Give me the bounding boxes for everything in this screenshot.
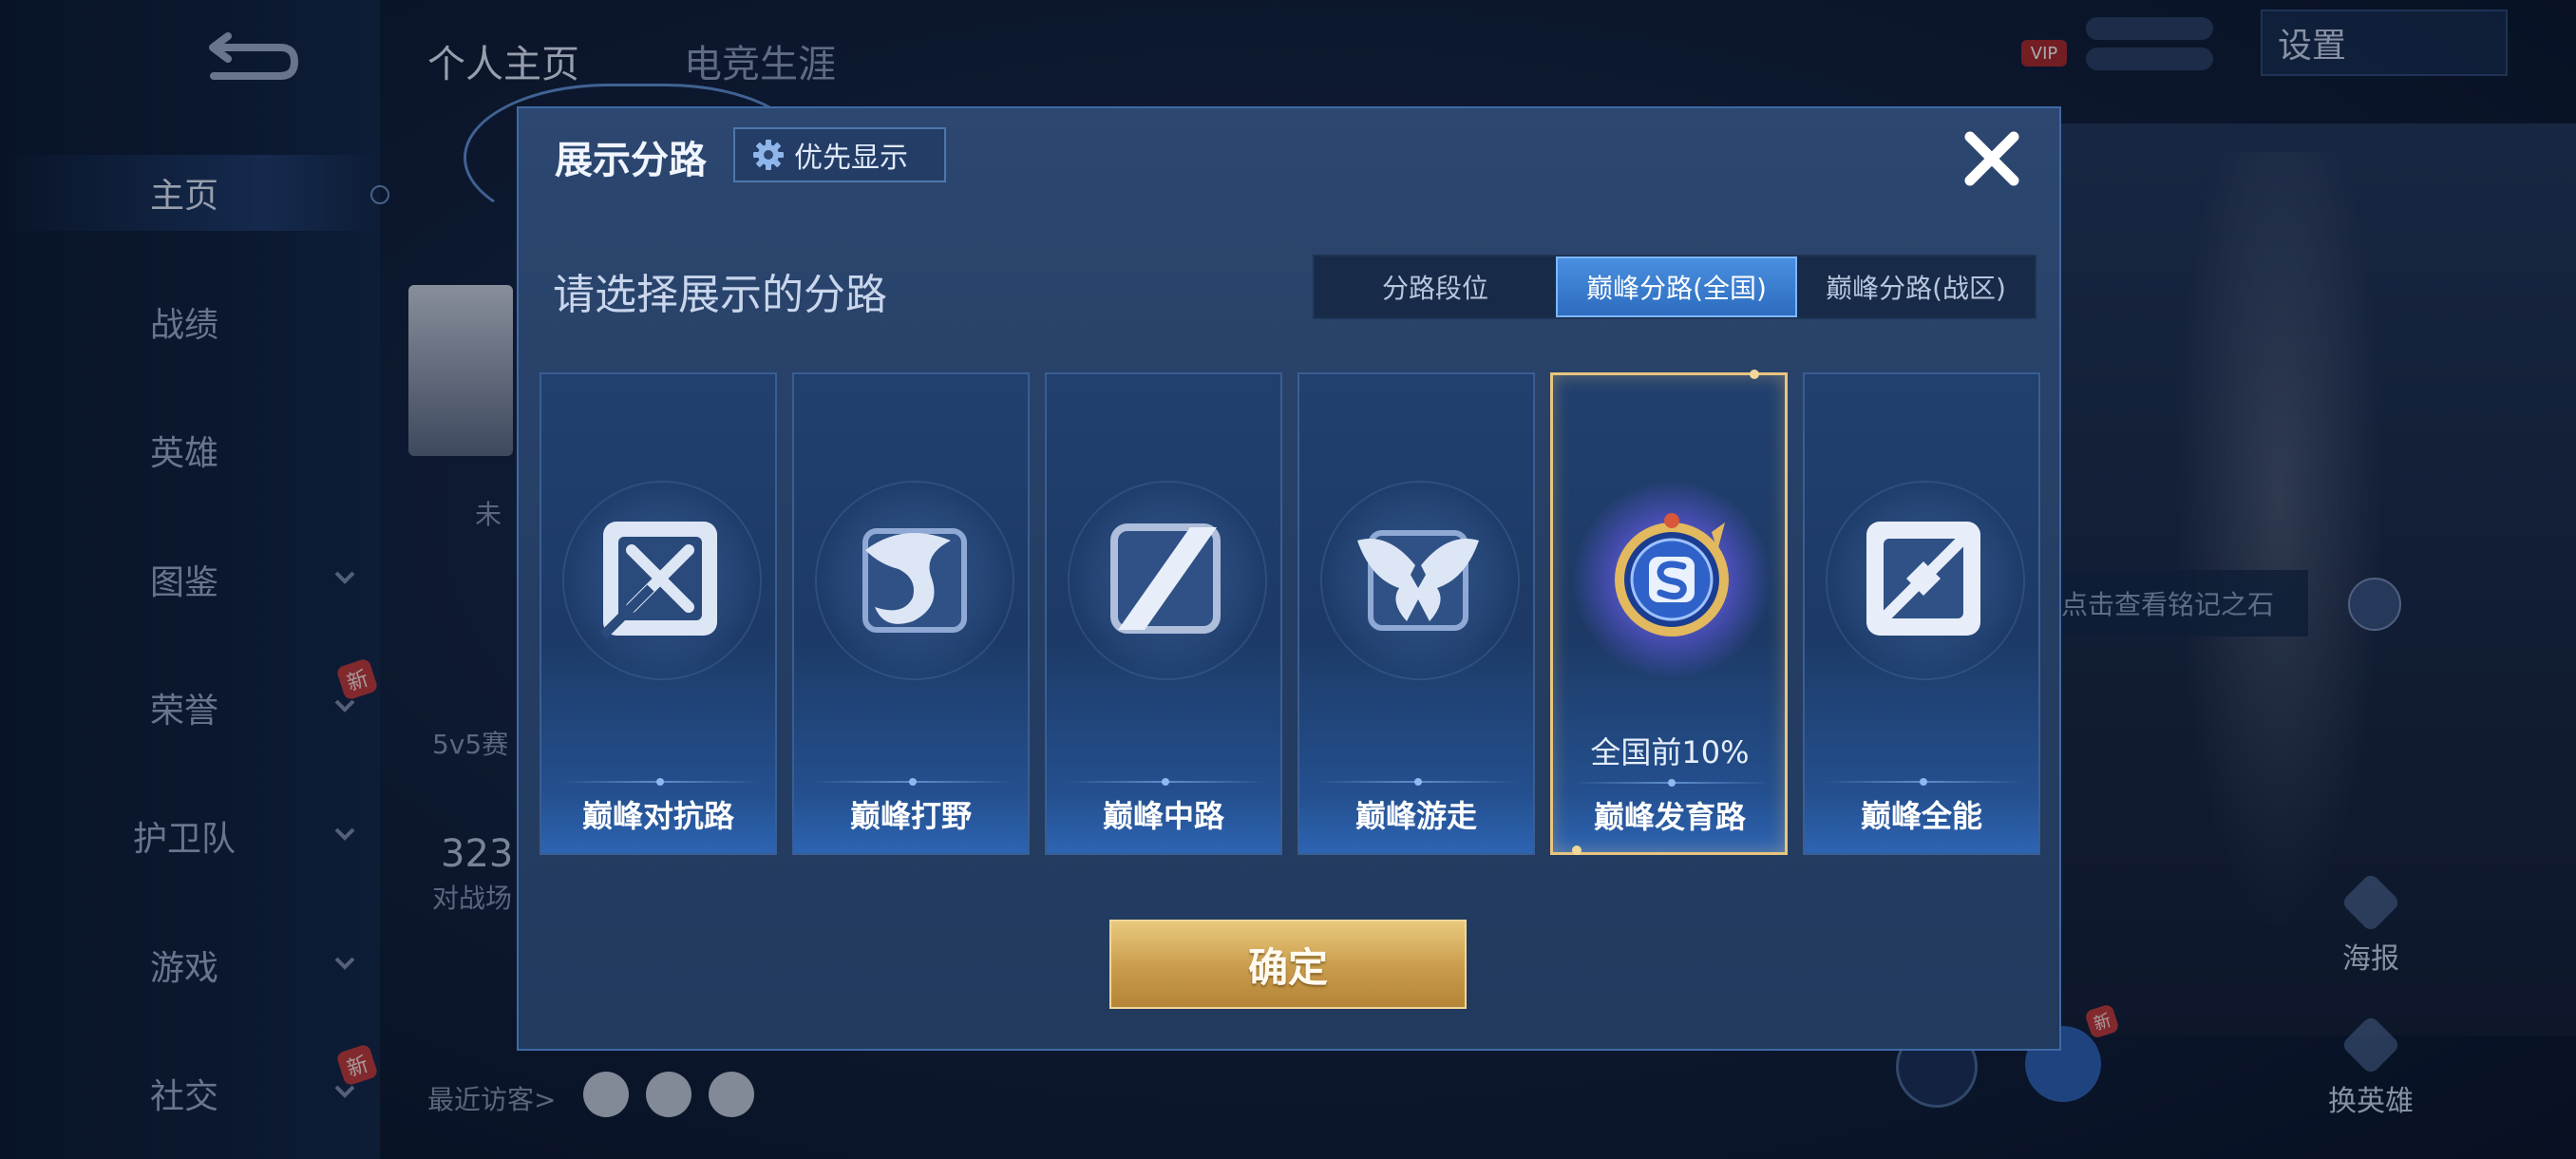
lane-card-name: 巅峰发育路 [1593,799,1746,835]
ranking-scope-tabs: 分路段位 巅峰分路(全国) 巅峰分路(战区) [1313,255,2036,319]
lane-display-dialog: 展示分路 优先显示 请选择展示的分路 分路段位 巅峰分路(全国) 巅峰分路(战区… [517,106,2061,1051]
lane-card-name: 巅峰打野 [849,798,972,834]
dialog-title: 展示分路 [555,139,707,182]
roam-icon [1357,530,1479,631]
lane-card-roam[interactable]: 巅峰游走 [1297,372,1535,855]
confirm-button[interactable]: 确定 [1109,920,1467,1009]
card-separator [1318,778,1518,786]
card-separator [1066,778,1265,786]
jungle-icon [862,528,967,633]
gear-icon [753,140,784,170]
card-separator [1824,778,2023,786]
card-separator [813,778,1013,786]
lane-card-jungle[interactable]: 巅峰打野 [792,372,1030,855]
lane-card-farm[interactable]: 全国前10% 巅峰发育路 [1550,370,1788,855]
farm-lane-emblem-icon [1615,513,1729,636]
lane-card-name: 巅峰游走 [1354,798,1477,834]
confirm-label: 确定 [1247,943,1328,991]
all-round-icon [1866,522,1980,636]
tab-peak-lane-region[interactable]: 巅峰分路(战区) [1797,256,2035,317]
corner-dot [1750,370,1759,379]
mid-lane-icon [1110,523,1221,634]
lane-card-name: 巅峰中路 [1102,798,1224,834]
lane-card-all-round[interactable]: 巅峰全能 [1803,372,2040,855]
lane-card-mid[interactable]: 巅峰中路 [1045,372,1282,855]
tab-peak-lane-national[interactable]: 巅峰分路(全国) [1556,256,1797,317]
lane-card-name: 巅峰对抗路 [581,798,734,834]
corner-dot [1572,846,1582,855]
lane-rank-text: 全国前10% [1590,734,1750,770]
lane-card-clash[interactable]: 巅峰对抗路 [540,372,777,855]
tab-lane-rank[interactable]: 分路段位 [1315,256,1556,317]
clash-lane-icon [599,522,717,639]
priority-display-button[interactable]: 优先显示 [733,127,946,182]
dialog-subtitle: 请选择展示的分路 [553,271,887,319]
close-icon[interactable] [1960,127,2023,190]
priority-display-label: 优先显示 [794,142,908,175]
card-separator [560,778,760,786]
lane-card-name: 巅峰全能 [1860,798,1982,834]
card-separator [1572,779,1771,787]
